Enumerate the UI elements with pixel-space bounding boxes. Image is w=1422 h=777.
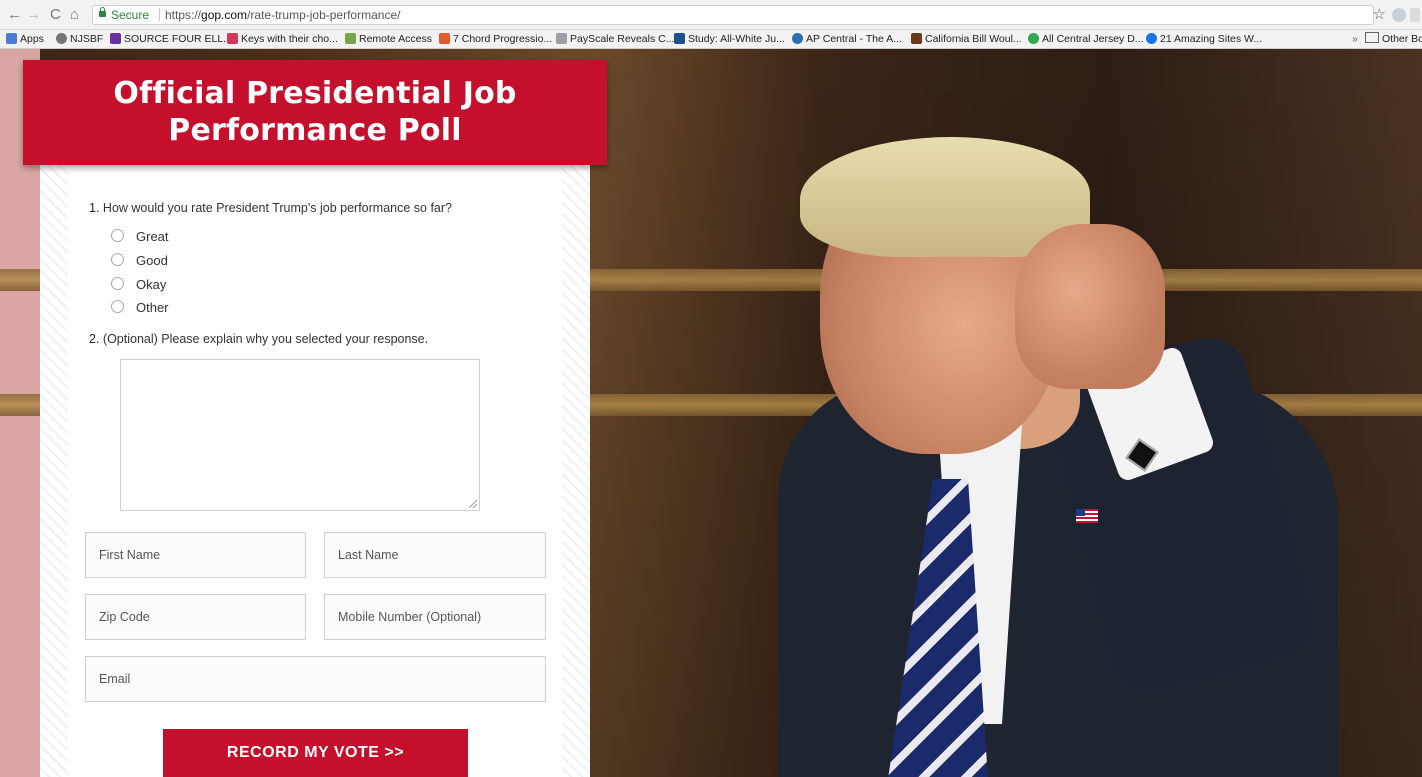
bookmark-label: California Bill Woul... — [925, 33, 1022, 45]
reload-icon[interactable]: C — [50, 6, 61, 24]
option-label[interactable]: Great — [136, 229, 169, 244]
record-vote-button[interactable]: RECORD MY VOTE >> — [163, 729, 468, 777]
bookmark-chord-progressions[interactable]: 7 Chord Progressio... — [439, 32, 552, 46]
remote-access-icon — [345, 33, 356, 44]
question-number: 1. — [89, 201, 100, 215]
apps-grid-icon — [6, 33, 17, 44]
chord-icon — [439, 33, 450, 44]
extension-icon-2[interactable] — [1410, 8, 1420, 22]
title-line-2: Performance Poll — [168, 113, 462, 148]
first-name-field[interactable]: First Name — [85, 532, 306, 578]
study-icon — [674, 33, 685, 44]
question-1: 1. How would you rate President Trump's … — [89, 201, 452, 215]
source-four-icon — [110, 33, 121, 44]
bookmark-label: Study: All-White Ju... — [688, 33, 785, 45]
radio-option-okay[interactable]: Okay — [111, 276, 166, 294]
url-path: /rate-trump-job-performance/ — [247, 8, 401, 22]
bookmark-label: NJSBF — [70, 33, 104, 45]
last-name-field[interactable]: Last Name — [324, 532, 546, 578]
address-divider — [159, 8, 160, 21]
email-field[interactable]: Email — [85, 656, 546, 702]
bookmark-payscale[interactable]: PayScale Reveals C... — [556, 32, 674, 46]
amazing-sites-icon — [1146, 33, 1157, 44]
question-number: 2. — [89, 332, 100, 346]
radio-button[interactable] — [111, 253, 124, 266]
secure-label: Secure — [111, 8, 150, 22]
bookmark-california-bill[interactable]: California Bill Woul... — [911, 32, 1022, 46]
lock-icon — [99, 7, 106, 17]
form-stripe-right — [562, 149, 590, 777]
home-icon[interactable]: ⌂ — [70, 6, 79, 24]
bookmark-label: 7 Chord Progressio... — [453, 33, 553, 45]
bookmark-label: Other Bo — [1382, 33, 1422, 45]
url-text[interactable]: https://gop.com/rate-trump-job-performan… — [165, 6, 400, 24]
question-2: 2. (Optional) Please explain why you sel… — [89, 332, 428, 346]
njsbf-icon — [56, 33, 67, 44]
question-text: (Optional) Please explain why you select… — [102, 332, 429, 346]
california-bill-icon — [911, 33, 922, 44]
ap-central-icon — [792, 33, 803, 44]
radio-option-good[interactable]: Good — [111, 252, 168, 270]
folder-icon — [1365, 32, 1379, 43]
page-title: Official Presidential Job Performance Po… — [23, 60, 607, 149]
option-label[interactable]: Good — [136, 253, 168, 268]
bookmark-label: SOURCE FOUR ELL... — [124, 33, 232, 45]
url-scheme: https:// — [165, 8, 202, 22]
bookmark-central-jersey[interactable]: All Central Jersey D... — [1028, 32, 1144, 46]
bookmark-label: All Central Jersey D... — [1042, 33, 1144, 45]
bookmark-label: 21 Amazing Sites W... — [1160, 33, 1263, 45]
extension-icon[interactable] — [1392, 8, 1406, 22]
flag-pin-icon — [1076, 509, 1098, 523]
back-icon[interactable]: ← — [7, 6, 22, 24]
page-content: Official Presidential Job Performance Po… — [0, 49, 1422, 777]
central-jersey-icon — [1028, 33, 1039, 44]
radio-button[interactable] — [111, 300, 124, 313]
url-domain: gop.com — [201, 8, 248, 22]
bookmark-remote-access[interactable]: Remote Access — [345, 32, 432, 46]
explanation-textarea[interactable] — [120, 359, 480, 511]
bookmark-label: Keys with their cho... — [241, 33, 338, 45]
bookmark-star-icon[interactable]: ☆ — [1373, 5, 1386, 23]
bookmark-njsbf[interactable]: NJSBF — [56, 32, 103, 46]
bookmark-ap-central[interactable]: AP Central - The A... — [792, 32, 902, 46]
bookmark-apps[interactable]: Apps — [6, 32, 44, 46]
keys-icon — [227, 33, 238, 44]
option-label[interactable]: Other — [136, 300, 169, 315]
resize-grip-icon[interactable] — [469, 500, 477, 508]
bookmark-study[interactable]: Study: All-White Ju... — [674, 32, 785, 46]
forward-icon[interactable]: → — [26, 6, 41, 24]
zip-code-field[interactable]: Zip Code — [85, 594, 306, 640]
bookmark-amazing-sites[interactable]: 21 Amazing Sites W... — [1146, 32, 1262, 46]
question-text: How would you rate President Trump's job… — [102, 201, 453, 215]
radio-button[interactable] — [111, 277, 124, 290]
bookmark-keys[interactable]: Keys with their cho... — [227, 32, 338, 46]
title-line-1: Official Presidential Job — [113, 76, 517, 111]
bookmark-label: PayScale Reveals C... — [570, 33, 675, 45]
bookmark-label: Remote Access — [359, 33, 432, 45]
poll-banner: Official Presidential Job Performance Po… — [23, 60, 607, 165]
form-stripe-left — [40, 149, 68, 777]
mobile-number-field[interactable]: Mobile Number (Optional) — [324, 594, 546, 640]
bookmark-label: AP Central - The A... — [806, 33, 902, 45]
other-bookmarks-folder[interactable]: Other Bo — [1365, 32, 1422, 46]
radio-option-other[interactable]: Other — [111, 299, 169, 317]
browser-toolbar: ← → C ⌂ Secure https://gop.com/rate-trum… — [0, 0, 1422, 30]
payscale-icon — [556, 33, 567, 44]
radio-button[interactable] — [111, 229, 124, 242]
address-bar[interactable]: Secure https://gop.com/rate-trump-job-pe… — [92, 5, 1374, 25]
bookmarks-bar: Apps NJSBF SOURCE FOUR ELL... Keys with … — [0, 30, 1422, 49]
bookmarks-overflow-button[interactable]: » — [1352, 32, 1358, 46]
option-label[interactable]: Okay — [136, 277, 166, 292]
bookmark-source-four[interactable]: SOURCE FOUR ELL... — [110, 32, 232, 46]
bookmark-label: Apps — [20, 33, 44, 45]
radio-option-great[interactable]: Great — [111, 228, 169, 246]
raised-fist-shape — [1015, 224, 1165, 389]
